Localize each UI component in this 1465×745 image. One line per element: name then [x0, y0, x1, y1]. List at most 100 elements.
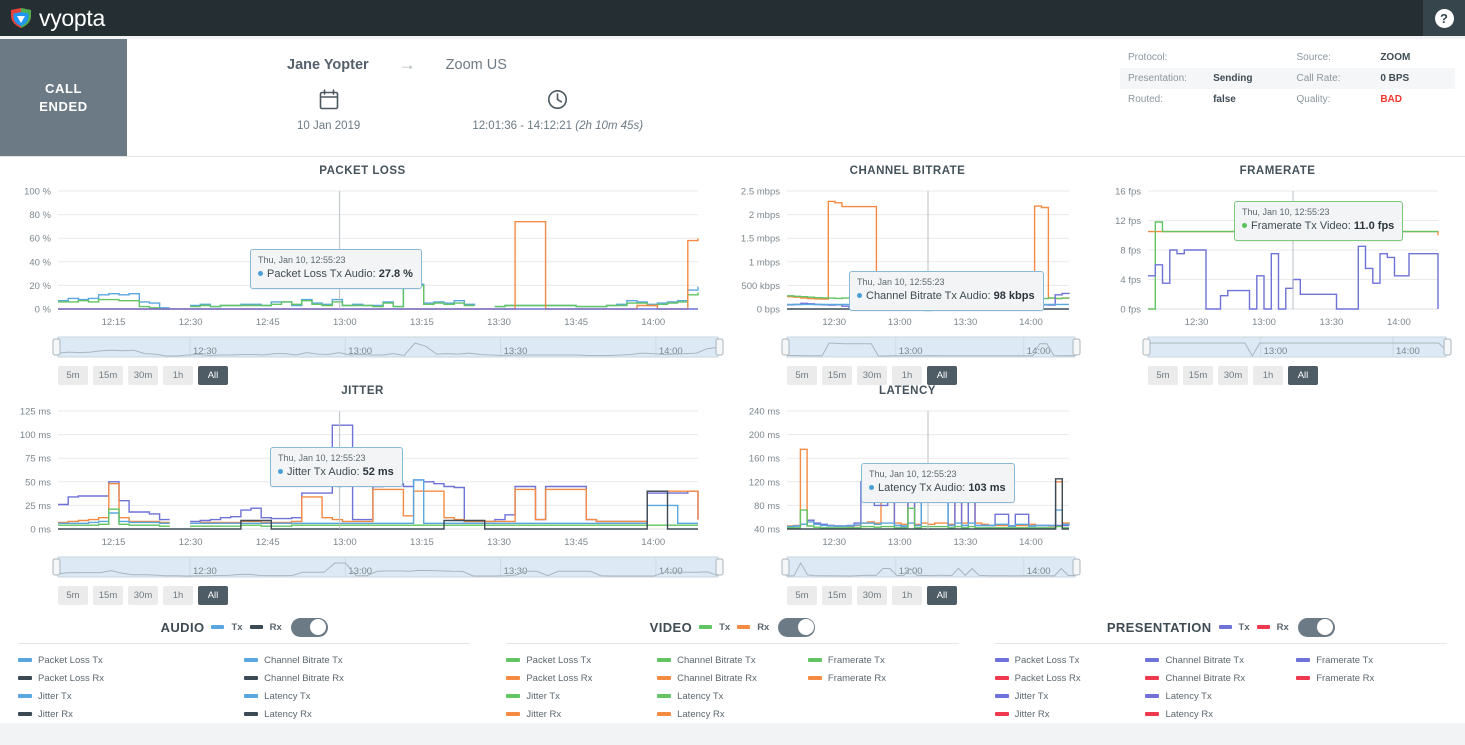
range-button-1h[interactable]: 1h [1253, 366, 1283, 385]
legend-swatch-icon [506, 694, 521, 698]
legend-toggle-audio[interactable] [290, 617, 328, 637]
chart-title-latency: LATENCY [879, 385, 936, 397]
range-button-all[interactable]: All [198, 366, 228, 385]
legend-item[interactable]: Packet Loss Rx [994, 669, 1146, 687]
svg-text:1.5 mbps: 1.5 mbps [741, 234, 780, 245]
plot-area-packet_loss[interactable]: 0 % 20 % 40 % 60 % 80 % 100 % 12:15 12:30 12:45 1… [0, 183, 725, 331]
charts-row-1: PACKET LOSS 0 % 20 % 40 % 60 % 80 % 100 % 12:15… [0, 165, 1465, 385]
legend-columns-audio: Packet Loss Tx Packet Loss Rx Jitter Tx Jit… [18, 651, 470, 723]
range-button-5m[interactable]: 5m [58, 586, 88, 605]
legend-item[interactable]: Framerate Tx [1296, 651, 1447, 669]
plot-area-latency[interactable]: 40 ms 80 ms 120 ms 160 ms 200 ms 240 ms 12:30 1… [725, 403, 1090, 551]
legend-group-video: VIDEO Tx Rx Packet Loss Tx Packet Loss Rx Jit… [488, 611, 976, 723]
legend-item[interactable]: Framerate Rx [1296, 669, 1447, 687]
legend-item[interactable]: Latency Rx [244, 705, 470, 723]
svg-text:12:45: 12:45 [256, 317, 280, 328]
legend-item[interactable]: Jitter Rx [506, 705, 657, 723]
range-navigator-jitter[interactable]: 12:30 13:00 13:30 14:00 [0, 555, 725, 581]
range-button-15m[interactable]: 15m [93, 366, 123, 385]
protocol-label: Protocol: [1128, 52, 1168, 63]
range-button-5m[interactable]: 5m [787, 366, 817, 385]
legend-item[interactable]: Packet Loss Rx [18, 669, 244, 687]
series-dot-icon [869, 485, 874, 491]
svg-text:20 %: 20 % [29, 281, 51, 292]
call-time: 12:01:36 - 14:12:21 [472, 120, 576, 132]
plot-area-jitter[interactable]: 0 ms 25 ms 50 ms 75 ms 100 ms 125 ms 12:15 12:3… [0, 403, 725, 551]
range-button-30m[interactable]: 30m [857, 586, 887, 605]
tooltip-value: Channel Bitrate Tx Audio: 98 kbps [857, 289, 1035, 305]
legend-item[interactable]: Jitter Tx [18, 687, 244, 705]
tooltip-timestamp: Thu, Jan 10, 12:55:23 [258, 255, 346, 265]
legend-item[interactable]: Channel Bitrate Tx [1145, 651, 1296, 669]
legend-item[interactable]: Packet Loss Tx [506, 651, 657, 669]
legend-swatch-icon [657, 712, 672, 716]
range-button-1h[interactable]: 1h [892, 586, 922, 605]
plot-area-framerate[interactable]: 0 fps 4 fps 8 fps 12 fps 16 fps 12:30 13:00 13:… [1090, 183, 1465, 331]
range-button-all[interactable]: All [198, 586, 228, 605]
legend-item[interactable]: Packet Loss Tx [994, 651, 1146, 669]
range-button-15m[interactable]: 15m [822, 366, 852, 385]
legend-item[interactable]: Packet Loss Tx [18, 651, 244, 669]
range-button-30m[interactable]: 30m [1218, 366, 1248, 385]
legend-toggle-presentation[interactable] [1297, 617, 1335, 637]
legend-swatch-icon [1296, 658, 1311, 662]
call-status-badge: CALL ENDED [0, 39, 127, 156]
legend-rx-label: Rx [269, 621, 282, 633]
chart-latency: LATENCY 40 ms 80 ms 120 ms 160 ms 200 ms 240 m… [725, 385, 1090, 605]
range-button-30m[interactable]: 30m [128, 366, 158, 385]
svg-text:12:15: 12:15 [102, 317, 126, 328]
svg-text:8 fps: 8 fps [1120, 246, 1141, 257]
range-button-30m[interactable]: 30m [128, 586, 158, 605]
legend-item[interactable]: Jitter Tx [994, 687, 1146, 705]
legend-item-label: Packet Loss Tx [38, 654, 103, 666]
legend-item[interactable]: Channel Bitrate Tx [657, 651, 808, 669]
legend-swatch-icon [18, 676, 32, 680]
range-button-15m[interactable]: 15m [822, 586, 852, 605]
legend-toggle-video[interactable] [778, 617, 816, 637]
range-navigator-latency[interactable]: 13:00 14:00 [725, 555, 1090, 581]
legend-item[interactable]: Latency Rx [1145, 705, 1296, 723]
svg-text:125 ms: 125 ms [20, 407, 51, 418]
legend-item[interactable]: Jitter Rx [18, 705, 244, 723]
vyopta-logo[interactable]: vyopta [8, 5, 105, 32]
legend-item[interactable]: Channel Bitrate Rx [657, 669, 808, 687]
range-button-5m[interactable]: 5m [1148, 366, 1178, 385]
range-button-5m[interactable]: 5m [787, 586, 817, 605]
range-button-5m[interactable]: 5m [58, 366, 88, 385]
range-button-15m[interactable]: 15m [93, 586, 123, 605]
svg-text:13:30: 13:30 [487, 317, 511, 328]
top-navigation-bar: vyopta ? [0, 0, 1465, 36]
range-button-15m[interactable]: 15m [1183, 366, 1213, 385]
legend-item[interactable]: Channel Bitrate Tx [244, 651, 470, 669]
legend-header-audio: AUDIO Tx Rx [18, 611, 470, 643]
range-button-1h[interactable]: 1h [163, 366, 193, 385]
range-navigator-packet_loss[interactable]: 12:30 13:00 13:30 14:00 [0, 335, 725, 361]
legend-item[interactable]: Latency Tx [244, 687, 470, 705]
legend-item[interactable]: Jitter Tx [506, 687, 657, 705]
plot-area-channel_bitrate[interactable]: 0 bps 500 kbps 1 mbps 1.5 mbps 2 mbps 2.5 mbp… [725, 183, 1090, 331]
legend-item-label: Framerate Tx [1316, 654, 1374, 666]
range-button-1h[interactable]: 1h [163, 586, 193, 605]
legend-item[interactable]: Latency Tx [1145, 687, 1296, 705]
legend-item[interactable]: Framerate Rx [807, 669, 959, 687]
legend-item[interactable]: Channel Bitrate Rx [244, 669, 470, 687]
help-button[interactable]: ? [1423, 0, 1465, 36]
range-button-all[interactable]: All [927, 366, 957, 385]
tooltip-channel_bitrate: Thu, Jan 10, 12:55:23 Channel Bitrate Tx … [849, 271, 1044, 311]
range-button-1h[interactable]: 1h [892, 366, 922, 385]
range-button-30m[interactable]: 30m [857, 366, 887, 385]
legend-item[interactable]: Channel Bitrate Rx [1145, 669, 1296, 687]
range-button-all[interactable]: All [1288, 366, 1318, 385]
legend-item[interactable]: Jitter Rx [994, 705, 1146, 723]
call-duration: (2h 10m 45s) [575, 120, 644, 132]
range-navigator-channel_bitrate[interactable]: 13:00 14:00 [725, 335, 1090, 361]
legend-item[interactable]: Latency Rx [657, 705, 808, 723]
legend-column: Channel Bitrate Tx Channel Bitrate Rx Late… [244, 651, 470, 723]
legend-item[interactable]: Framerate Tx [807, 651, 959, 669]
legend-item[interactable]: Latency Tx [657, 687, 808, 705]
legend-item[interactable]: Packet Loss Rx [506, 669, 657, 687]
tooltip-value: Jitter Tx Audio: 52 ms [278, 465, 394, 481]
svg-text:12:30: 12:30 [179, 537, 203, 548]
range-navigator-framerate[interactable]: 13:00 14:00 [1090, 335, 1465, 361]
range-button-all[interactable]: All [927, 586, 957, 605]
